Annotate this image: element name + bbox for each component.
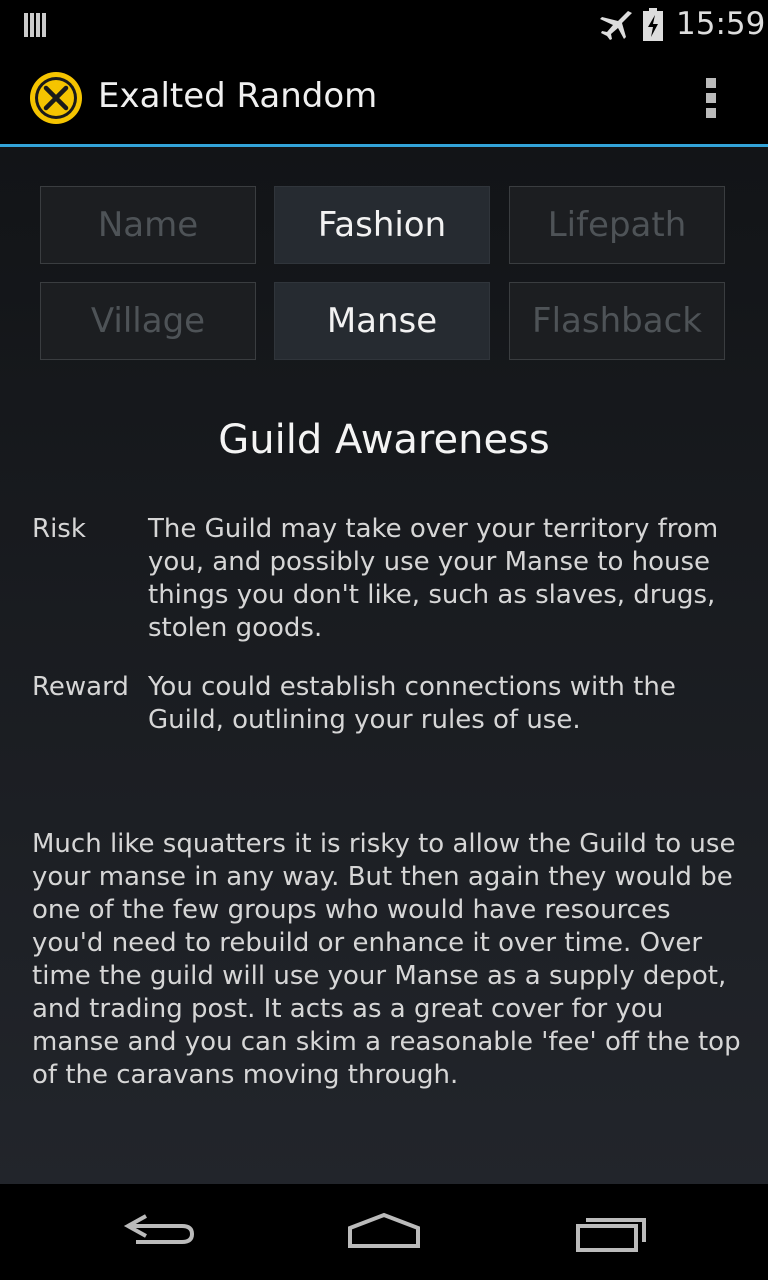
app-title: Exalted Random	[98, 76, 378, 116]
main-content: Name Fashion Lifepath Village Manse Flas…	[0, 147, 768, 1184]
exalted-logo-icon[interactable]	[26, 68, 86, 128]
tab-name[interactable]: Name	[40, 186, 256, 264]
back-icon[interactable]	[110, 1206, 210, 1256]
recent-apps-icon[interactable]	[560, 1206, 660, 1256]
battery-charging-icon	[643, 8, 663, 41]
notification-icon	[24, 13, 46, 37]
reward-text: You could establish connections with the…	[148, 672, 676, 735]
result-title: Guild Awareness	[218, 417, 550, 463]
action-bar: Exalted Random	[0, 50, 768, 147]
tab-flashback[interactable]: Flashback	[509, 282, 725, 360]
tab-fashion[interactable]: Fashion	[274, 186, 490, 264]
overflow-menu-icon[interactable]	[696, 76, 728, 120]
status-bar: 15:59	[0, 0, 768, 50]
tab-lifepath[interactable]: Lifepath	[509, 186, 725, 264]
risk-text: The Guild may take over your territory f…	[148, 514, 719, 643]
reward-label: Reward	[32, 672, 129, 702]
navigation-bar	[0, 1184, 768, 1280]
result-description: Much like squatters it is risky to allow…	[32, 829, 741, 1090]
tab-manse[interactable]: Manse	[274, 282, 490, 360]
risk-label: Risk	[32, 514, 86, 544]
clock-time: 15:59	[676, 6, 766, 42]
home-icon[interactable]	[334, 1206, 434, 1256]
airplane-icon	[600, 11, 632, 40]
tab-village[interactable]: Village	[40, 282, 256, 360]
